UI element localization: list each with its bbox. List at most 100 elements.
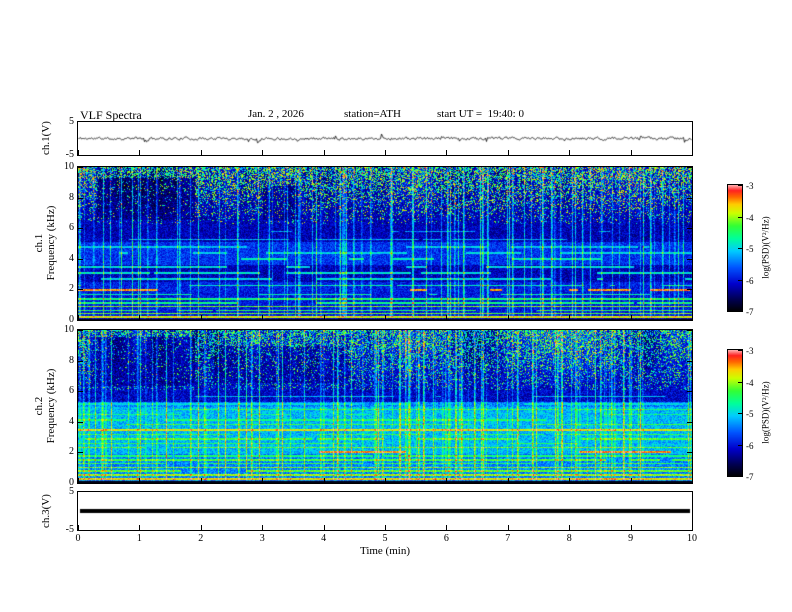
xtick-label: 10: [687, 533, 697, 544]
ch1-spectrogram-panel: [77, 166, 693, 321]
tick-mark: [738, 444, 742, 446]
colorbar-tick-label: -3: [746, 346, 754, 356]
ch2-spectrogram-panel: [77, 329, 693, 484]
tick-mark: [78, 360, 83, 362]
ytick-label: 10: [64, 324, 74, 335]
colorbar-tick-label: -6: [746, 440, 754, 451]
ytick-label: 8: [69, 191, 74, 203]
tick-mark: [78, 150, 79, 155]
tick-mark: [200, 315, 202, 320]
tick-mark: [507, 525, 509, 530]
tick-mark: [78, 421, 83, 423]
tick-mark: [139, 525, 141, 530]
colorbar-tick-label: -7: [746, 307, 754, 317]
tick-mark: [507, 478, 509, 483]
tick-mark: [262, 150, 264, 155]
tick-mark: [630, 478, 632, 483]
ytick-label: 6: [69, 222, 74, 234]
ytick-label: 6: [69, 385, 74, 397]
tick-mark: [630, 315, 632, 320]
tick-mark: [323, 150, 325, 155]
tick-mark: [323, 478, 325, 483]
tick-mark: [569, 525, 571, 530]
tick-mark: [78, 228, 83, 230]
tick-mark: [385, 150, 386, 155]
tick-mark: [630, 150, 632, 155]
xtick-label: 3: [259, 533, 265, 544]
tick-mark: [738, 185, 742, 186]
tick-mark: [569, 150, 571, 155]
tick-mark: [687, 391, 692, 393]
tick-mark: [385, 525, 386, 530]
tick-mark: [262, 478, 264, 483]
xtick-label: 8: [566, 533, 572, 544]
xtick-label: 5: [382, 533, 388, 544]
tick-mark: [692, 525, 693, 530]
tick-mark: [692, 315, 693, 320]
tick-mark: [78, 197, 83, 199]
vlf-spectra-figure: VLF Spectra Jan. 2 , 2026 station=ATH st…: [0, 0, 792, 612]
time-axis-label: Time (min): [359, 545, 410, 557]
tick-mark: [78, 452, 83, 454]
colorbar-tick-label: -5: [746, 409, 754, 419]
tick-mark: [738, 381, 742, 383]
tick-mark: [78, 483, 83, 484]
tick-mark: [569, 315, 571, 320]
tick-mark: [738, 216, 742, 218]
tick-mark: [262, 525, 264, 530]
tick-mark: [630, 525, 632, 530]
tick-mark: [78, 315, 79, 320]
tick-mark: [687, 167, 692, 168]
tick-mark: [738, 279, 742, 281]
tick-mark: [78, 330, 83, 331]
xtick-label: 7: [505, 533, 511, 544]
colorbar-tick-label: -6: [746, 275, 754, 286]
station-label: station=ATH: [344, 108, 401, 120]
colorbar-tick-label: -7: [746, 472, 754, 482]
tick-mark: [687, 289, 692, 291]
ytick-label: 4: [69, 252, 74, 264]
ytick-label: 5: [69, 116, 74, 127]
ytick-label: -5: [65, 149, 74, 160]
tick-mark: [687, 228, 692, 230]
tick-mark: [738, 350, 742, 351]
tick-mark: [687, 197, 692, 199]
tick-mark: [446, 478, 448, 483]
tick-mark: [139, 478, 141, 483]
tick-mark: [262, 315, 264, 320]
ytick-label: 4: [69, 415, 74, 427]
tick-mark: [78, 525, 79, 530]
tick-mark: [569, 478, 571, 483]
tick-mark: [687, 421, 692, 423]
xtick-label: 9: [628, 533, 634, 544]
ch1-spectrogram-canvas: [78, 167, 692, 320]
tick-mark: [78, 167, 83, 168]
tick-mark: [507, 315, 509, 320]
tick-mark: [78, 478, 79, 483]
tick-mark: [738, 413, 742, 414]
tick-mark: [446, 525, 448, 530]
tick-mark: [692, 478, 693, 483]
tick-mark: [507, 150, 509, 155]
colorbar-tick-label: -4: [746, 212, 754, 223]
tick-mark: [385, 315, 386, 320]
ytick-label: 8: [69, 354, 74, 366]
ytick-label: 10: [64, 161, 74, 172]
tick-mark: [323, 315, 325, 320]
xtick-label: 6: [443, 533, 449, 544]
tick-mark: [139, 315, 141, 320]
colorbar-tick-label: -5: [746, 244, 754, 254]
colorbar-tick-label: -3: [746, 181, 754, 191]
ytick-label: 2: [69, 283, 74, 295]
tick-mark: [78, 391, 83, 393]
xtick-label: 1: [136, 533, 142, 544]
tick-mark: [385, 478, 386, 483]
tick-mark: [78, 289, 83, 291]
colorbar-tick-label: -4: [746, 377, 754, 388]
ytick-label: 2: [69, 446, 74, 458]
tick-mark: [200, 150, 202, 155]
tick-mark: [78, 320, 83, 321]
tick-mark: [738, 311, 742, 312]
xtick-label: 0: [75, 533, 81, 544]
tick-mark: [687, 483, 692, 484]
